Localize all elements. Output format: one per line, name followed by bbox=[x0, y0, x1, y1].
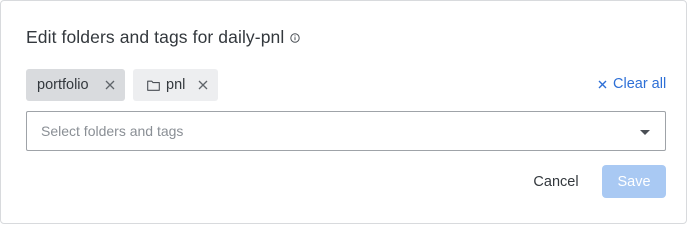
folder-chip-pnl[interactable]: pnl bbox=[133, 69, 218, 101]
cancel-button[interactable]: Cancel bbox=[521, 165, 591, 198]
chip-label: pnl bbox=[166, 77, 186, 93]
edit-folders-tags-dialog: Edit folders and tags for daily-pnl port… bbox=[0, 0, 687, 224]
folder-icon bbox=[147, 80, 160, 91]
dialog-title: Edit folders and tags for daily-pnl bbox=[26, 25, 301, 49]
dialog-title-text: Edit folders and tags for daily-pnl bbox=[26, 27, 285, 47]
chip-label: portfolio bbox=[37, 77, 89, 93]
save-button[interactable]: Save bbox=[602, 165, 666, 198]
close-icon[interactable] bbox=[198, 80, 208, 90]
close-icon bbox=[598, 80, 607, 88]
close-icon[interactable] bbox=[105, 80, 115, 90]
select-placeholder: Select folders and tags bbox=[41, 123, 184, 139]
tag-chip-portfolio[interactable]: portfolio bbox=[26, 69, 125, 101]
clear-all-label: Clear all bbox=[613, 76, 667, 92]
folders-tags-select[interactable]: Select folders and tags bbox=[26, 111, 666, 151]
info-circle-icon[interactable] bbox=[290, 32, 301, 43]
chevron-down-icon[interactable] bbox=[640, 129, 650, 135]
clear-all-button[interactable]: Clear all bbox=[598, 76, 666, 92]
